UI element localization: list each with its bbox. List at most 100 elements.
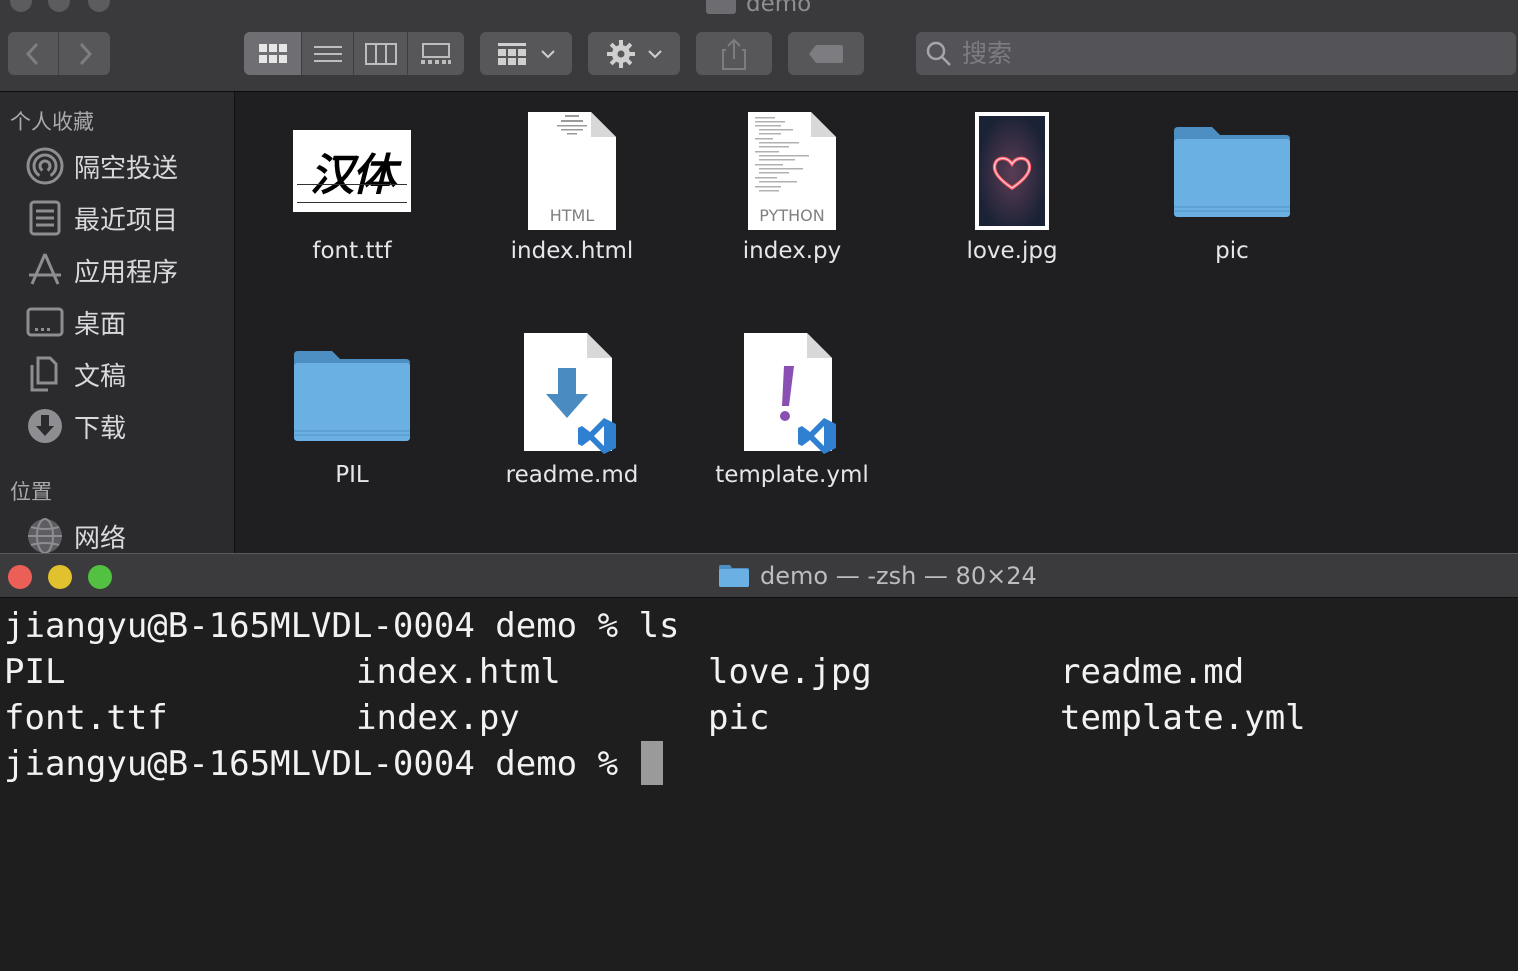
ls-entry: index.html (356, 652, 561, 692)
file-name: template.yml (715, 462, 869, 488)
sidebar-item-downloads[interactable]: 下载 (26, 406, 126, 446)
file-name: love.jpg (966, 238, 1058, 264)
sidebar-item-label: 隔空投送 (74, 153, 179, 184)
text-cursor (640, 741, 663, 785)
grid-icon (258, 43, 287, 63)
ls-entry: font.ttf (4, 698, 168, 738)
list-icon (313, 45, 342, 62)
terminal-line: jiangyu@B-165MLVDL-0004 demo % ls (4, 603, 680, 649)
terminal-window: demo — -zsh — 80×24 jiangyu@B-165MLVDL-0… (0, 553, 1518, 914)
icon-view-button[interactable] (244, 32, 302, 75)
columns-icon (364, 42, 397, 65)
sidebar-item-network[interactable]: 网络 (26, 516, 126, 556)
tags-button[interactable] (788, 32, 864, 75)
shell-command: ls (638, 606, 680, 646)
file-item-love-jpg[interactable]: love.jpg (902, 92, 1122, 292)
sidebar-item-label: 最近项目 (74, 205, 179, 236)
file-item-index-py[interactable]: PYTHON index.py (682, 92, 902, 292)
view-mode-group (244, 32, 464, 75)
terminal-line: PIL index.html love.jpg readme.md (4, 649, 1244, 695)
tags-content (788, 32, 864, 75)
file-name: index.html (510, 238, 634, 264)
minimize-button[interactable] (48, 0, 70, 12)
network-icon (28, 518, 62, 554)
terminal-output[interactable]: jiangyu@B-165MLVDL-0004 demo % ls PIL in… (4, 603, 1306, 787)
file-item-font[interactable]: 汉体 font.ttf (242, 92, 462, 292)
file-item-index-html[interactable]: HTML index.html (462, 92, 682, 292)
sidebar-item-desktop[interactable]: 桌面 (26, 302, 126, 342)
terminal-title: demo — -zsh — 80×24 (718, 562, 1037, 590)
sidebar-item-recents[interactable]: 最近项目 (26, 198, 178, 238)
file-name: pic (1215, 238, 1249, 264)
python-file-icon: PYTHON (727, 106, 857, 236)
search-input[interactable] (960, 38, 1504, 69)
yaml-file-icon (727, 330, 857, 460)
tag-icon (809, 44, 843, 63)
sidebar-item-label: 网络 (74, 523, 127, 554)
group-by-button[interactable] (480, 32, 572, 75)
file-name: index.py (742, 238, 842, 264)
gallery-icon (421, 42, 451, 64)
favorites-header: 个人收藏 (10, 110, 94, 134)
close-button[interactable] (8, 565, 32, 589)
locations-header: 位置 (10, 480, 52, 504)
file-name: PIL (335, 462, 369, 488)
action-content (588, 32, 680, 75)
recents-icon (29, 200, 61, 236)
share-button[interactable] (696, 32, 772, 75)
ls-entry: index.py (356, 698, 520, 738)
file-name: font.ttf (312, 238, 392, 264)
file-name: readme.md (505, 462, 639, 488)
svg-text:PYTHON: PYTHON (759, 206, 824, 225)
svg-text:HTML: HTML (550, 206, 595, 225)
gear-icon (607, 39, 635, 68)
terminal-line: jiangyu@B-165MLVDL-0004 demo % (4, 741, 680, 787)
folder-item-pil[interactable]: PIL (242, 316, 462, 516)
sidebar-item-airdrop[interactable]: 隔空投送 (26, 146, 178, 186)
forward-button[interactable] (59, 32, 110, 75)
group-grid-icon (498, 42, 526, 65)
documents-icon (30, 356, 58, 392)
nav-buttons (8, 32, 110, 75)
zoom-button[interactable] (88, 0, 110, 12)
image-thumbnail-icon (947, 106, 1077, 236)
sidebar-item-documents[interactable]: 文稿 (26, 354, 126, 394)
sidebar-item-label: 应用程序 (74, 257, 179, 288)
ls-entry: PIL (4, 652, 66, 692)
folder-icon (719, 565, 749, 587)
list-view-button[interactable] (302, 32, 354, 75)
shell-prompt: jiangyu@B-165MLVDL-0004 demo % (4, 606, 639, 646)
action-button[interactable] (588, 32, 680, 75)
search-field[interactable] (916, 32, 1516, 75)
ls-entry: readme.md (1060, 652, 1245, 692)
applications-icon (29, 253, 61, 285)
search-icon (926, 41, 951, 66)
sidebar-item-label: 桌面 (74, 309, 127, 340)
share-icon (722, 38, 746, 70)
terminal-titlebar: demo — -zsh — 80×24 (0, 553, 1518, 598)
file-item-template-yml[interactable]: template.yml (682, 316, 902, 516)
back-button[interactable] (8, 32, 59, 75)
chevron-down-icon (541, 49, 555, 58)
gallery-view-button[interactable] (408, 32, 464, 75)
share-content (696, 32, 772, 75)
folder-icon (706, 0, 736, 14)
html-file-icon: HTML (507, 106, 637, 236)
chevron-left-icon (25, 42, 39, 65)
sidebar-item-applications[interactable]: 应用程序 (26, 250, 178, 290)
ls-entry: template.yml (1060, 698, 1306, 738)
font-preview-text: 汉体 (310, 150, 396, 201)
file-item-readme-md[interactable]: readme.md (462, 316, 682, 516)
downloads-icon (28, 409, 62, 443)
column-view-button[interactable] (354, 32, 408, 75)
zoom-button[interactable] (88, 565, 112, 589)
shell-prompt: jiangyu@B-165MLVDL-0004 demo % (4, 744, 639, 784)
airdrop-icon (26, 147, 64, 185)
close-button[interactable] (10, 0, 32, 12)
group-by-content (480, 32, 572, 75)
desktop-icon (26, 307, 64, 337)
markdown-file-icon (507, 330, 637, 460)
minimize-button[interactable] (48, 565, 72, 589)
sidebar: 个人收藏 隔空投送 最近项目 应用程序 桌面 文稿 下载 位置 网络 (0, 92, 235, 556)
folder-item-pic[interactable]: pic (1122, 92, 1342, 292)
